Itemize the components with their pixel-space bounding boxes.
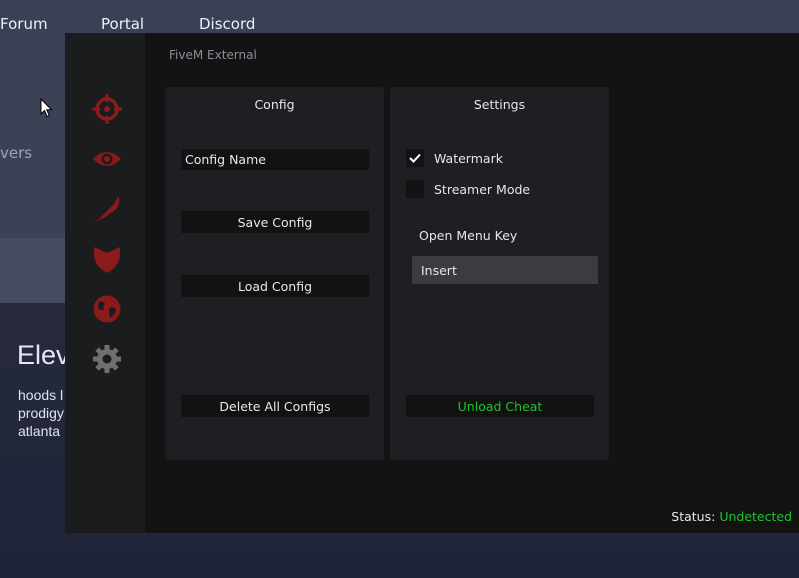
background-heading: Elev	[17, 340, 70, 370]
feather-icon	[95, 197, 120, 222]
nav-discord[interactable]: Discord	[199, 15, 255, 33]
settings-panel-title: Settings	[473, 97, 526, 112]
main-content: FiveM External Config Config Name Save C…	[145, 33, 799, 533]
nav-forum[interactable]: Forum	[0, 15, 48, 33]
status-indicator: Status: Undetected	[671, 509, 792, 524]
nav-portal[interactable]: Portal	[101, 15, 144, 33]
watermark-label: Watermark	[434, 150, 503, 166]
cheat-window: FiveM External Config Config Name Save C…	[65, 33, 799, 533]
menu-key-selector[interactable]: Insert	[412, 256, 598, 284]
streamer-mode-label: Streamer Mode	[434, 181, 531, 197]
menu-key-label: Open Menu Key	[419, 228, 518, 243]
mouse-cursor-icon	[40, 98, 53, 118]
paragraph-line: prodigy	[18, 405, 64, 421]
background-partial-text: vers	[0, 144, 33, 162]
globe-icon	[93, 295, 121, 323]
config-name-input[interactable]: Config Name	[181, 149, 369, 170]
gear-icon	[93, 345, 121, 373]
status-value: Undetected	[719, 509, 792, 524]
background-paragraph: hoods l prodigy atlanta	[18, 386, 64, 440]
sidebar-item-protection[interactable]	[89, 241, 125, 277]
sidebar-item-aimbot[interactable]	[89, 91, 125, 127]
sidebar-item-world[interactable]	[89, 291, 125, 327]
watermark-toggle[interactable]: Watermark	[406, 148, 503, 168]
sidebar-item-misc[interactable]	[89, 191, 125, 227]
save-config-button[interactable]: Save Config	[181, 211, 369, 233]
eye-icon	[93, 152, 121, 166]
delete-all-configs-button[interactable]: Delete All Configs	[181, 395, 369, 417]
sidebar-item-visuals[interactable]	[89, 141, 125, 177]
sidebar	[65, 33, 145, 533]
settings-panel: Settings Watermark Streamer Mode Open Me…	[390, 87, 609, 460]
sidebar-item-settings[interactable]	[89, 341, 125, 377]
checkmark-icon	[409, 153, 421, 163]
load-config-button[interactable]: Load Config	[181, 275, 369, 297]
watermark-checkbox[interactable]	[406, 149, 424, 167]
streamer-mode-checkbox[interactable]	[406, 180, 424, 198]
window-title: FiveM External	[169, 48, 257, 62]
streamer-mode-toggle[interactable]: Streamer Mode	[406, 179, 530, 199]
config-panel-title: Config	[254, 97, 295, 112]
status-label: Status:	[671, 509, 716, 524]
config-panel: Config Config Name Save Config Load Conf…	[165, 87, 384, 460]
shield-icon	[94, 247, 120, 273]
crosshair-icon	[92, 94, 122, 124]
unload-cheat-button[interactable]: Unload Cheat	[406, 395, 594, 417]
paragraph-line: hoods l	[18, 387, 64, 403]
paragraph-line: atlanta	[18, 423, 61, 439]
